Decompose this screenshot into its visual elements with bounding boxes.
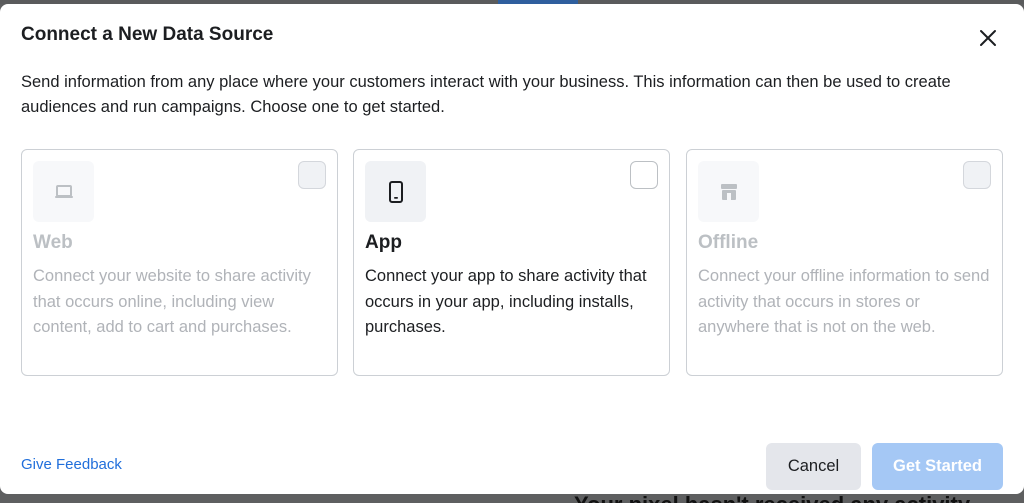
card-title: Offline (698, 232, 759, 253)
card-title: Web (33, 232, 73, 253)
laptop-icon (54, 184, 73, 198)
card-description: Connect your app to share activity that … (365, 267, 647, 336)
card-title: App (365, 232, 402, 253)
get-started-button[interactable]: Get Started (872, 443, 1003, 490)
option-card-offline: Offline Connect your offline information… (686, 149, 1003, 376)
connect-data-source-dialog: Connect a New Data Source Send informati… (0, 4, 1024, 494)
dialog-title: Connect a New Data Source (21, 24, 274, 45)
card-description: Connect your offline information to send… (698, 267, 990, 336)
card-checkbox (963, 161, 991, 189)
card-icon-box (365, 161, 426, 222)
option-card-web: Web Connect your website to share activi… (21, 149, 338, 376)
card-description: Connect your website to share activity t… (33, 267, 311, 336)
cancel-button[interactable]: Cancel (766, 443, 861, 490)
card-icon-box (33, 161, 94, 222)
option-card-app[interactable]: App Connect your app to share activity t… (353, 149, 670, 376)
store-icon (720, 183, 737, 200)
close-button[interactable] (974, 24, 1002, 52)
dialog-description: Send information from any place where yo… (21, 73, 951, 116)
phone-icon (388, 180, 403, 203)
card-checkbox (298, 161, 326, 189)
card-checkbox[interactable] (630, 161, 658, 189)
give-feedback-link[interactable]: Give Feedback (21, 456, 122, 473)
close-icon (980, 30, 996, 46)
card-icon-box (698, 161, 759, 222)
